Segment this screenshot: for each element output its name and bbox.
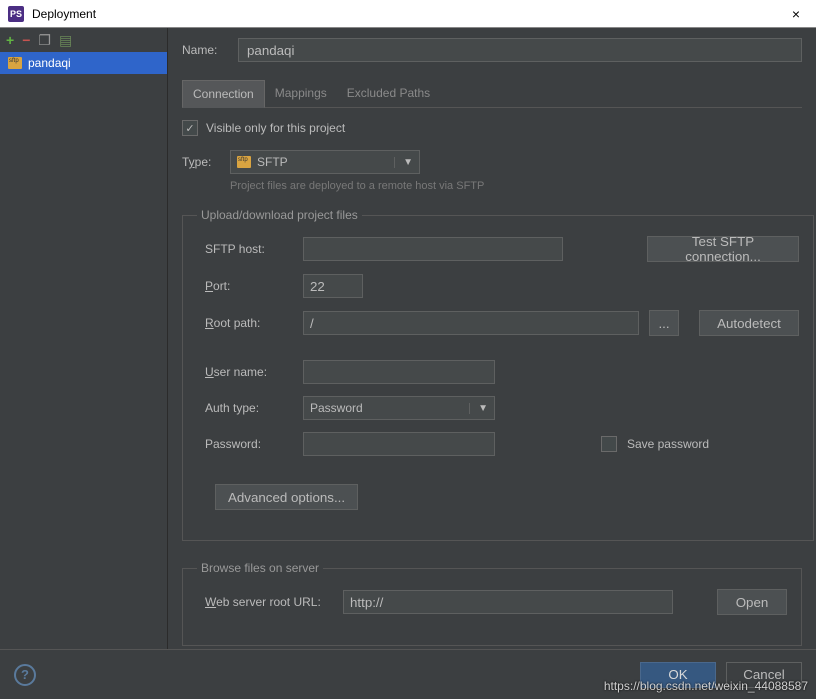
chevron-down-icon: ▼ xyxy=(394,157,413,168)
help-button[interactable]: ? xyxy=(14,664,36,686)
username-input[interactable] xyxy=(303,360,495,384)
sidebar-item-pandaqi[interactable]: pandaqi xyxy=(0,52,167,74)
type-hint: Project files are deployed to a remote h… xyxy=(230,180,802,192)
auth-value: Password xyxy=(310,401,363,415)
sidebar-item-label: pandaqi xyxy=(28,56,71,70)
sftp-icon xyxy=(8,57,22,69)
type-select[interactable]: SFTP ▼ xyxy=(230,150,420,174)
upload-fieldset: Upload/download project files SFTP host:… xyxy=(182,208,814,541)
watermark: https://blog.csdn.net/weixin_44088587 xyxy=(604,679,808,693)
upload-legend: Upload/download project files xyxy=(197,208,362,222)
autodetect-button[interactable]: Autodetect xyxy=(699,310,799,336)
test-connection-button[interactable]: Test SFTP connection... xyxy=(647,236,799,262)
type-label: Type: xyxy=(182,155,218,169)
window-title: Deployment xyxy=(32,7,784,21)
visible-label: Visible only for this project xyxy=(206,121,345,135)
host-input[interactable] xyxy=(303,237,563,261)
auth-type-select[interactable]: Password ▼ xyxy=(303,396,495,420)
sftp-icon xyxy=(237,156,251,168)
host-label: SFTP host: xyxy=(197,242,293,256)
tab-mappings[interactable]: Mappings xyxy=(265,80,337,107)
root-path-input[interactable] xyxy=(303,311,639,335)
auth-type-label: Auth type: xyxy=(197,401,293,415)
username-label: User name: xyxy=(197,365,293,379)
url-input[interactable] xyxy=(343,590,673,614)
root-path-label: Root path: xyxy=(197,316,293,330)
type-value: SFTP xyxy=(257,155,288,169)
remove-icon[interactable]: − xyxy=(22,33,30,47)
browse-fieldset: Browse files on server Web server root U… xyxy=(182,561,802,646)
name-label: Name: xyxy=(182,43,226,57)
advanced-options-button[interactable]: Advanced options... xyxy=(215,484,358,510)
copy-icon[interactable]: ❐ xyxy=(38,33,51,47)
browse-path-button[interactable]: ... xyxy=(649,310,679,336)
url-label: Web server root URL: xyxy=(197,595,333,609)
add-icon[interactable]: + xyxy=(6,33,14,47)
save-password-checkbox[interactable] xyxy=(601,436,617,452)
visible-checkbox[interactable] xyxy=(182,120,198,136)
sidebar: + − ❐ ▤ pandaqi xyxy=(0,28,168,659)
save-password-label: Save password xyxy=(627,437,709,451)
close-icon[interactable]: × xyxy=(784,6,808,22)
password-label: Password: xyxy=(197,437,293,451)
app-icon: PS xyxy=(8,6,24,22)
password-input[interactable] xyxy=(303,432,495,456)
name-input[interactable] xyxy=(238,38,802,62)
settings-icon[interactable]: ▤ xyxy=(59,33,72,47)
port-label: Port: xyxy=(197,279,293,293)
content-panel: Name: Connection Mappings Excluded Paths… xyxy=(168,28,816,659)
tabs: Connection Mappings Excluded Paths xyxy=(182,80,802,108)
open-button[interactable]: Open xyxy=(717,589,787,615)
tab-excluded-paths[interactable]: Excluded Paths xyxy=(337,80,440,107)
port-input[interactable] xyxy=(303,274,363,298)
chevron-down-icon: ▼ xyxy=(469,403,488,414)
titlebar: PS Deployment × xyxy=(0,0,816,28)
sidebar-toolbar: + − ❐ ▤ xyxy=(0,28,167,52)
browse-legend: Browse files on server xyxy=(197,561,323,575)
tab-connection[interactable]: Connection xyxy=(182,80,265,108)
